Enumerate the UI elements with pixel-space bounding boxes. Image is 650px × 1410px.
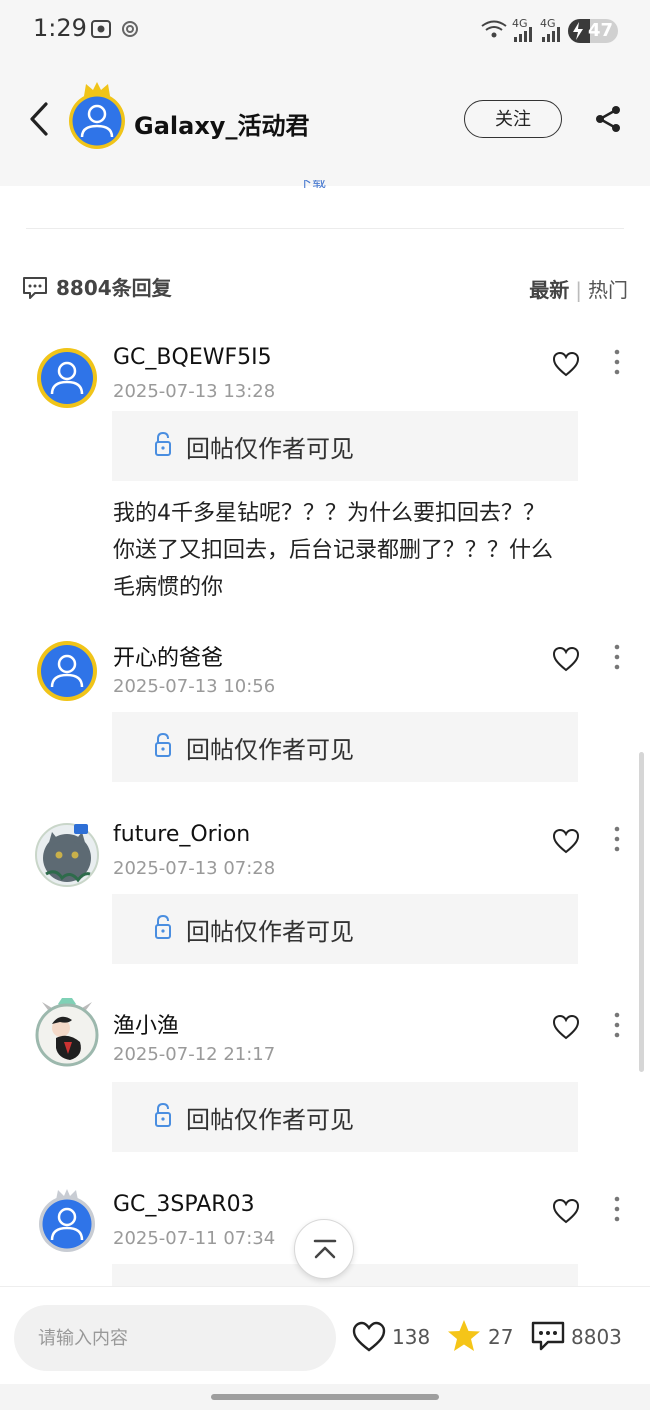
comment-input[interactable] bbox=[14, 1305, 336, 1371]
sort-tabs: 最新 | 热门 bbox=[529, 274, 628, 303]
hidden-reply-notice: 回帖仅作者可见 bbox=[112, 894, 578, 964]
home-indicator[interactable] bbox=[211, 1394, 439, 1400]
hidden-reply-notice: 回帖仅作者可见 bbox=[112, 1082, 578, 1152]
hidden-reply-notice: 回帖仅作者可见 bbox=[112, 712, 578, 782]
more-options-icon[interactable] bbox=[613, 1012, 621, 1038]
hidden-reply-notice: 回帖仅作者可见 bbox=[112, 411, 578, 481]
status-time: 1:29 bbox=[33, 14, 87, 42]
share-icon[interactable] bbox=[594, 104, 622, 134]
star-count: 27 bbox=[488, 1325, 514, 1349]
heart-icon[interactable] bbox=[552, 1014, 580, 1040]
like-count: 138 bbox=[392, 1325, 431, 1349]
peek-text: 下载 bbox=[298, 180, 326, 188]
user-avatar[interactable] bbox=[36, 347, 98, 409]
more-options-icon[interactable] bbox=[613, 349, 621, 375]
comment-username[interactable]: future_Orion bbox=[113, 822, 250, 847]
profile-header: Galaxy_活动君 关注 bbox=[0, 62, 650, 186]
heart-icon[interactable] bbox=[552, 1198, 580, 1224]
charging-icon bbox=[573, 22, 583, 40]
wifi-icon bbox=[481, 20, 507, 38]
battery-level: 47 bbox=[588, 20, 614, 41]
comment-timestamp: 2025-07-13 13:28 bbox=[113, 381, 276, 402]
more-options-icon[interactable] bbox=[613, 644, 621, 670]
comment-text: 我的4千多星钻呢？？？为什么要扣回去？？你送了又扣回去，后台记录都删了？？？什么… bbox=[113, 501, 554, 600]
divider bbox=[26, 228, 624, 229]
comment-timestamp: 2025-07-13 07:28 bbox=[113, 858, 276, 879]
comment-username[interactable]: 渔小渔 bbox=[113, 1008, 179, 1040]
more-options-icon[interactable] bbox=[613, 826, 621, 852]
scroll-to-top-button[interactable] bbox=[294, 1219, 354, 1279]
signal-icon-2 bbox=[542, 27, 560, 42]
hidden-reply-label: 回帖仅作者可见 bbox=[186, 918, 354, 946]
signal-icon bbox=[514, 27, 532, 42]
heart-icon[interactable] bbox=[552, 351, 580, 377]
comment-username[interactable]: 开心的爸爸 bbox=[113, 640, 223, 672]
back-chevron-icon[interactable] bbox=[26, 100, 54, 138]
comment-icon bbox=[23, 277, 47, 299]
clipped-link-text[interactable]: 下载 bbox=[298, 180, 344, 188]
user-avatar-silver-crown[interactable] bbox=[36, 1186, 98, 1254]
more-options-icon[interactable] bbox=[613, 1196, 621, 1222]
user-avatar-character[interactable] bbox=[34, 996, 100, 1068]
follow-button[interactable]: 关注 bbox=[464, 100, 562, 138]
star-icon[interactable] bbox=[446, 1319, 482, 1353]
reply-count: 8804条回复 bbox=[56, 276, 172, 300]
lock-icon bbox=[155, 732, 171, 757]
hidden-reply-label: 回帖仅作者可见 bbox=[186, 1106, 354, 1134]
swirl-icon bbox=[122, 21, 138, 37]
comment-timestamp: 2025-07-11 07:34 bbox=[113, 1228, 276, 1249]
user-avatar-cat[interactable] bbox=[34, 822, 100, 888]
lock-icon bbox=[155, 914, 171, 939]
author-name: Galaxy_活动君 bbox=[134, 112, 310, 140]
heart-icon[interactable] bbox=[552, 828, 580, 854]
sort-latest-tab[interactable]: 最新 bbox=[529, 278, 569, 302]
sort-hot-tab[interactable]: 热门 bbox=[588, 278, 628, 302]
battery-indicator: 47 bbox=[568, 19, 618, 43]
screenshot-icon bbox=[91, 20, 111, 38]
author-avatar-crowned[interactable] bbox=[66, 80, 128, 150]
like-heart-icon[interactable] bbox=[352, 1321, 386, 1353]
comment-timestamp: 2025-07-13 10:56 bbox=[113, 676, 276, 697]
hidden-reply-label: 回帖仅作者可见 bbox=[186, 435, 354, 463]
hidden-reply-label: 回帖仅作者可见 bbox=[186, 736, 354, 764]
status-bar: 1:29 4G 4G 47 bbox=[0, 0, 650, 62]
lock-icon bbox=[155, 1102, 171, 1127]
scrollbar[interactable] bbox=[639, 752, 644, 1072]
comment-timestamp: 2025-07-12 21:17 bbox=[113, 1044, 276, 1065]
sort-separator: | bbox=[575, 278, 582, 302]
scroll-up-icon bbox=[313, 1239, 337, 1259]
comment-count: 8803 bbox=[571, 1325, 622, 1349]
comment-username[interactable]: GC_3SPAR03 bbox=[113, 1192, 255, 1217]
user-avatar[interactable] bbox=[36, 640, 98, 702]
lock-icon bbox=[155, 431, 171, 456]
comment-bubble-icon[interactable] bbox=[530, 1320, 566, 1352]
heart-icon[interactable] bbox=[552, 646, 580, 672]
comment-username[interactable]: GC_BQEWF5I5 bbox=[113, 345, 272, 370]
